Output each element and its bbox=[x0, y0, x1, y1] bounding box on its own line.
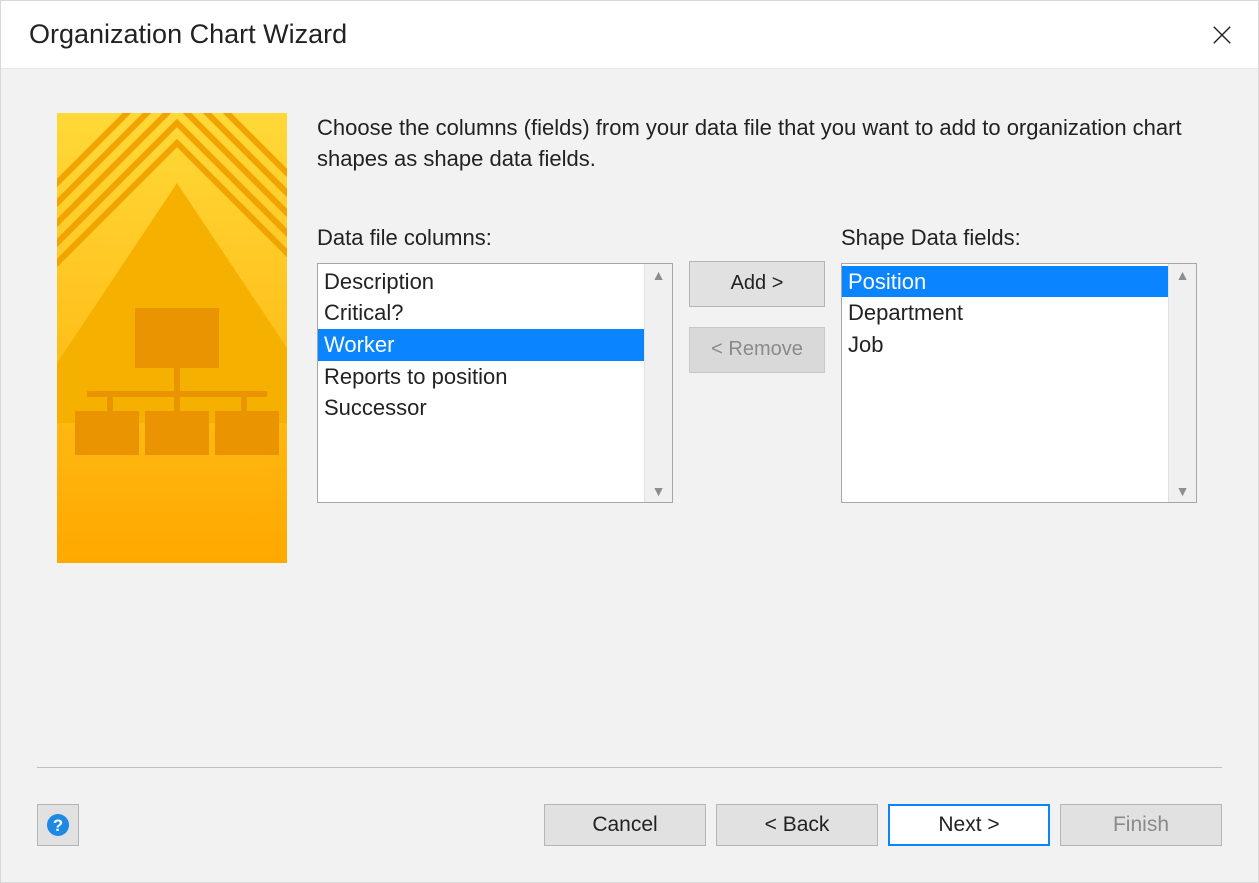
org-chart-icon bbox=[57, 113, 287, 563]
shape-data-fields-label: Shape Data fields: bbox=[841, 225, 1197, 251]
add-button[interactable]: Add > bbox=[689, 261, 825, 307]
close-icon bbox=[1211, 24, 1233, 46]
list-item[interactable]: Successor bbox=[318, 392, 644, 424]
data-file-columns-label: Data file columns: bbox=[317, 225, 673, 251]
scroll-down-icon[interactable]: ▼ bbox=[1176, 484, 1190, 498]
dialog-body: Choose the columns (fields) from your da… bbox=[1, 69, 1258, 768]
scrollbar[interactable]: ▲ ▼ bbox=[1168, 264, 1196, 502]
list-item[interactable]: Position bbox=[842, 266, 1168, 298]
data-file-columns-section: Data file columns: DescriptionCritical?W… bbox=[317, 225, 673, 503]
wizard-dialog: Organization Chart Wizard bbox=[0, 0, 1259, 883]
scroll-up-icon[interactable]: ▲ bbox=[652, 268, 666, 282]
fields-row: Data file columns: DescriptionCritical?W… bbox=[317, 225, 1202, 503]
shape-data-fields-section: Shape Data fields: PositionDepartmentJob… bbox=[841, 225, 1197, 503]
footer: ? Cancel < Back Next > Finish bbox=[1, 768, 1258, 882]
remove-button[interactable]: < Remove bbox=[689, 327, 825, 373]
help-icon: ? bbox=[45, 812, 71, 838]
shape-data-fields-listbox[interactable]: PositionDepartmentJob ▲ ▼ bbox=[841, 263, 1197, 503]
finish-button[interactable]: Finish bbox=[1060, 804, 1222, 846]
cancel-button[interactable]: Cancel bbox=[544, 804, 706, 846]
list-item[interactable]: Critical? bbox=[318, 297, 644, 329]
instruction-text: Choose the columns (fields) from your da… bbox=[317, 113, 1202, 175]
scroll-down-icon[interactable]: ▼ bbox=[652, 484, 666, 498]
main-content: Choose the columns (fields) from your da… bbox=[317, 113, 1202, 738]
scrollbar[interactable]: ▲ ▼ bbox=[644, 264, 672, 502]
list-item[interactable]: Worker bbox=[318, 329, 644, 361]
close-button[interactable] bbox=[1198, 11, 1246, 59]
dialog-title: Organization Chart Wizard bbox=[29, 19, 1198, 50]
back-button[interactable]: < Back bbox=[716, 804, 878, 846]
transfer-buttons: Add > < Remove bbox=[689, 225, 825, 373]
help-button[interactable]: ? bbox=[37, 804, 79, 846]
titlebar: Organization Chart Wizard bbox=[1, 1, 1258, 69]
list-item[interactable]: Reports to position bbox=[318, 361, 644, 393]
list-item[interactable]: Job bbox=[842, 329, 1168, 361]
list-item[interactable]: Department bbox=[842, 297, 1168, 329]
data-file-columns-listbox[interactable]: DescriptionCritical?WorkerReports to pos… bbox=[317, 263, 673, 503]
svg-text:?: ? bbox=[53, 816, 63, 835]
scroll-up-icon[interactable]: ▲ bbox=[1176, 268, 1190, 282]
wizard-illustration bbox=[57, 113, 287, 563]
list-item[interactable]: Description bbox=[318, 266, 644, 298]
next-button[interactable]: Next > bbox=[888, 804, 1050, 846]
